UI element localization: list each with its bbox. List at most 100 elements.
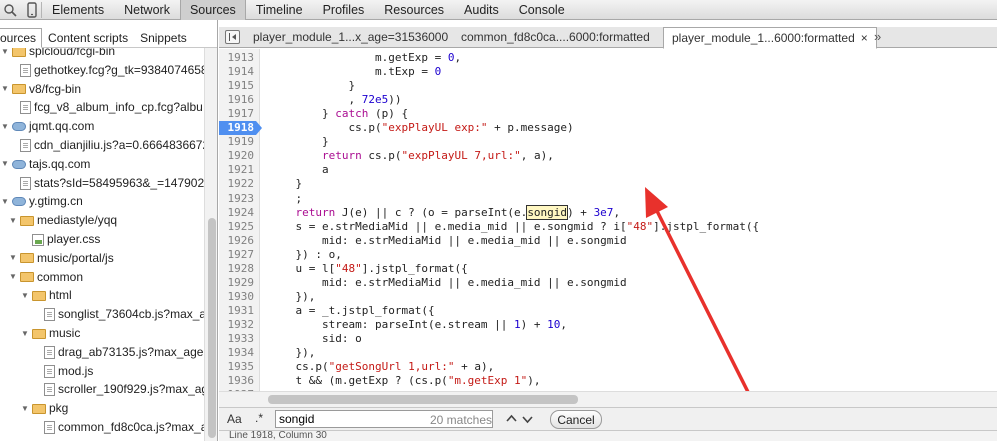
line-number[interactable]: 1913 [219,51,255,65]
code-line[interactable]: 1932 stream: parseInt(e.stream || 1) + 1… [219,318,997,332]
line-number[interactable]: 1921 [219,163,255,177]
line-number[interactable]: 1916 [219,93,255,107]
tree-item[interactable]: scroller_190f929.js?max_age [0,380,204,399]
expand-triangle-icon[interactable]: ▼ [0,159,10,169]
tab-console[interactable]: Console [509,0,575,20]
code-line[interactable]: 1933 sid: o [219,332,997,346]
find-previous-icon[interactable] [505,410,518,428]
expand-triangle-icon[interactable]: ▼ [20,404,30,414]
code-line[interactable]: 1935 cs.p("getSongUrl 1,url:" + a), [219,360,997,374]
line-number[interactable]: 1930 [219,290,255,304]
line-number[interactable]: 1936 [219,374,255,388]
line-number[interactable]: 1927 [219,248,255,262]
tab-sources-navigator[interactable]: ources [0,28,43,48]
toggle-navigator-icon[interactable] [225,30,240,44]
breakpoint-line-number[interactable]: 1918 [219,121,262,136]
tree-item[interactable]: ▼ jqmt.qq.com [0,117,94,136]
editor-tab-player-module[interactable]: player_module_1...x_age=31536000 [245,27,456,48]
code-line[interactable]: 1921 a [219,163,997,177]
code-line[interactable]: 1915 } [219,79,997,93]
code-line[interactable]: 1923 ; [219,192,997,206]
tree-item[interactable]: ▼ common [0,268,83,287]
line-number[interactable]: 1922 [219,177,255,191]
editor-tab-player-module-formatted[interactable]: player_module_1...6000:formatted × [663,27,877,49]
code-line[interactable]: 1931 a = _t.jstpl_format({ [219,304,997,318]
tree-item[interactable]: common_fd8c0ca.js?max_a [0,418,204,437]
code-line[interactable]: 1934 }), [219,346,997,360]
line-number[interactable]: 1917 [219,107,255,121]
line-number[interactable]: 1923 [219,192,255,206]
code-line[interactable]: 1913 m.getExp = 0, [219,51,997,65]
code-line[interactable]: 1929 mid: e.strMediaMid || e.media_mid |… [219,276,997,290]
close-tab-icon[interactable]: × [861,31,868,45]
line-number[interactable]: 1932 [219,318,255,332]
tree-item[interactable]: songlist_73604cb.js?max_age [0,305,204,324]
tree-item[interactable]: ▼ v8/fcg-bin [0,80,81,99]
line-number[interactable]: 1929 [219,276,255,290]
regex-toggle[interactable]: .* [255,411,263,425]
tree-item[interactable]: fcg_v8_album_info_cp.fcg?albu [0,98,203,117]
tab-audits[interactable]: Audits [454,0,509,20]
code-line[interactable]: 1930 }), [219,290,997,304]
expand-triangle-icon[interactable]: ▼ [0,122,10,132]
navigator-scroll-thumb[interactable] [208,218,216,438]
match-case-toggle[interactable]: Aa [227,412,242,426]
editor-horizontal-scroll-thumb[interactable] [268,395,578,404]
tree-item[interactable]: ▼ mediastyle/yqq [0,211,117,230]
expand-triangle-icon[interactable]: ▼ [8,253,18,263]
expand-triangle-icon[interactable]: ▼ [20,291,30,301]
more-tabs-icon[interactable]: » [874,27,881,48]
code-line[interactable]: 1936 t && (m.getExp ? (cs.p("m.getExp 1"… [219,374,997,388]
expand-triangle-icon[interactable]: ▼ [0,197,10,207]
tree-item[interactable]: stats?sId=58495963&_=147902869 [0,174,204,193]
expand-triangle-icon[interactable]: ▼ [8,216,18,226]
line-number[interactable]: 1935 [219,360,255,374]
line-number[interactable]: 1931 [219,304,255,318]
tree-item[interactable]: ▼ music/portal/js [0,249,114,268]
code-line[interactable]: 1924 return J(e) || c ? (o = parseInt(e.… [219,204,997,220]
line-number[interactable]: 1933 [219,332,255,346]
tree-item[interactable]: ▼ music [0,324,80,343]
tab-profiles[interactable]: Profiles [313,0,375,20]
line-number[interactable]: 1926 [219,234,255,248]
code-line[interactable]: 1918 cs.p("expPlayUL exp:" + p.message) [219,121,997,136]
tab-network[interactable]: Network [114,0,180,20]
code-line[interactable]: 1917 } catch (p) { [219,107,997,121]
tree-item[interactable]: ▼ splcloud/fcgi-bin [0,48,115,61]
tree-item[interactable]: ▼ html [0,286,72,305]
find-next-icon[interactable] [521,410,534,428]
tree-item[interactable]: cdn_dianjiliu.js?a=0.666483667213 [0,136,204,155]
code-line[interactable]: 1920 return cs.p("expPlayUL 7,url:", a), [219,149,997,163]
expand-triangle-icon[interactable]: ▼ [20,329,30,339]
code-line[interactable]: 1922 } [219,177,997,191]
line-number[interactable]: 1915 [219,79,255,93]
tab-snippets[interactable]: Snippets [134,28,193,48]
navigator-scrollbar[interactable] [204,48,217,441]
tab-content-scripts[interactable]: Content scripts [42,28,134,48]
expand-triangle-icon[interactable]: ▼ [0,84,10,94]
tree-item[interactable]: mod.js [0,362,93,381]
cancel-search-button[interactable]: Cancel [550,410,602,429]
code-line[interactable]: 1914 m.tExp = 0 [219,65,997,79]
code-line[interactable]: 1926 mid: e.strMediaMid || e.media_mid |… [219,234,997,248]
tree-item[interactable]: ▼ tajs.qq.com [0,155,90,174]
tab-elements[interactable]: Elements [42,0,114,20]
tree-item[interactable]: ▼ y.gtimg.cn [0,192,83,211]
line-number[interactable]: 1934 [219,346,255,360]
expand-triangle-icon[interactable]: ▼ [8,272,18,282]
code-line[interactable]: 1916 , 72e5)) [219,93,997,107]
line-number[interactable]: 1924 [219,206,255,220]
tree-item[interactable]: ▼ pkg [0,399,68,418]
line-number[interactable]: 1919 [219,135,255,149]
code-line[interactable]: 1928 u = l["48"].jstpl_format({ [219,262,997,276]
code-editor[interactable]: 1913 m.getExp = 0, 1914 m.tExp = 0 1915 } 1… [219,49,997,391]
code-line[interactable]: 1927 }) : o, [219,248,997,262]
code-line[interactable]: 1919 } [219,135,997,149]
tree-item[interactable]: player.css [0,230,100,249]
inspect-element-icon[interactable] [2,1,22,19]
line-number[interactable]: 1920 [219,149,255,163]
device-mode-icon[interactable] [22,1,42,19]
tab-resources[interactable]: Resources [374,0,454,20]
editor-tab-common-formatted[interactable]: common_fd8c0ca....6000:formatted [453,27,658,48]
expand-triangle-icon[interactable]: ▼ [0,48,10,57]
